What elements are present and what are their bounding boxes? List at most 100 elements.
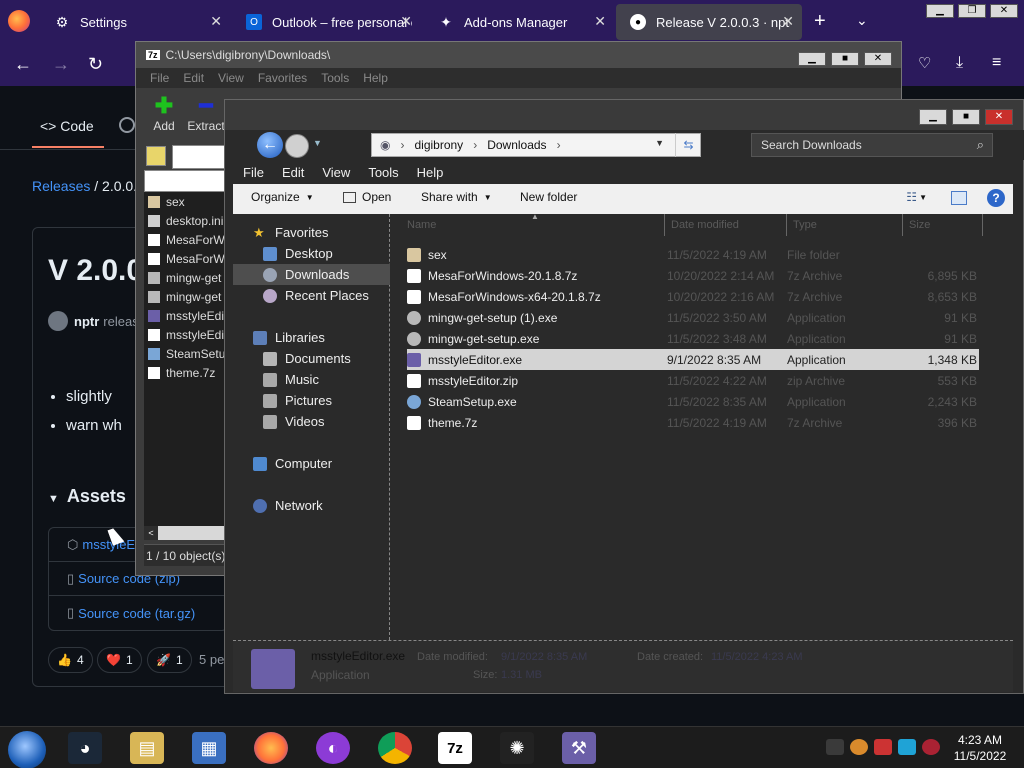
file-row[interactable]: mingw-get-setup.exe 11/5/2022 3:48 AM Appl… <box>407 328 979 349</box>
list-item[interactable]: SteamSetu <box>144 344 226 363</box>
chrome-icon[interactable] <box>378 732 412 764</box>
forward-arrow-icon[interactable]: → <box>52 54 70 75</box>
chevron-right-icon[interactable]: › <box>400 138 404 152</box>
tab-code[interactable]: <> Code <box>40 118 94 134</box>
close-icon[interactable]: ✕ <box>210 13 222 30</box>
chevron-left-icon[interactable]: < <box>144 526 158 540</box>
search-tray-icon[interactable] <box>850 739 868 755</box>
file-row[interactable]: MesaForWindows-x64-20.1.8.7z 10/20/2022 2… <box>407 286 979 307</box>
msstyle-editor-icon[interactable]: ⚒ <box>562 732 596 764</box>
address-bar[interactable]: ◉ › digibrony › Downloads › ▼ <box>371 133 701 157</box>
reload-icon[interactable]: ↻ <box>88 54 103 75</box>
menu-help[interactable]: Help <box>417 165 444 180</box>
file-row[interactable]: theme.7z 11/5/2022 4:19 AM 7z Archive 396 K… <box>407 412 979 433</box>
file-row[interactable]: MesaForWindows-20.1.8.7z 10/20/2022 2:14 … <box>407 265 979 286</box>
assets-heading[interactable]: ▼ Assets <box>48 486 126 507</box>
author-name[interactable]: nptr <box>74 314 99 329</box>
search-icon[interactable]: ⌕ <box>977 137 984 153</box>
column-date[interactable]: Date modified <box>665 214 787 236</box>
monitor-tray-icon[interactable] <box>898 739 916 755</box>
tab-release[interactable]: ● Release V 2.0.0.3 · nptr/m ✕ <box>616 4 802 40</box>
reaction-heart[interactable]: ❤️ 1 <box>97 647 142 673</box>
reaction-rocket[interactable]: 🚀 1 <box>147 647 192 673</box>
search-input[interactable]: Search Downloads ⌕ <box>751 133 993 157</box>
asset-label[interactable]: Source code (tar.gz) <box>78 606 195 621</box>
nav-pictures[interactable]: Pictures <box>233 390 390 411</box>
recent-pages-dropdown[interactable]: ▼ <box>313 138 322 148</box>
list-item[interactable]: mingw-get <box>144 268 226 287</box>
list-item[interactable]: desktop.ini <box>144 211 226 230</box>
close-button[interactable]: ✕ <box>985 109 1013 125</box>
sevenzip-icon[interactable]: 7z <box>438 732 472 764</box>
close-button[interactable]: ✕ <box>990 4 1018 18</box>
firefox-icon[interactable] <box>254 732 288 764</box>
reaction-thumbs-up[interactable]: 👍 4 <box>48 647 93 673</box>
file-row-selected[interactable]: msstyleEditor.exe 9/1/2022 8:35 AM Applica… <box>407 349 979 370</box>
column-type[interactable]: Type <box>787 214 903 236</box>
address-dropdown-icon[interactable]: ▼ <box>655 138 664 148</box>
organize-button[interactable]: Organize ▼ <box>251 190 314 204</box>
chevron-right-icon[interactable]: › <box>473 138 477 152</box>
add-button[interactable]: ✚ Add <box>144 95 184 134</box>
asset-item[interactable]: ▯ Source code (tar.gz) <box>49 596 227 630</box>
menu-view[interactable]: View <box>218 71 244 85</box>
minimize-button[interactable]: ▁ <box>926 4 954 18</box>
nav-desktop[interactable]: Desktop <box>233 243 390 264</box>
address-segment[interactable]: digibrony <box>414 138 463 152</box>
close-icon[interactable]: ✕ <box>782 13 794 30</box>
winrar-icon[interactable]: ▦ <box>192 732 226 764</box>
column-name[interactable]: Name ▲ <box>391 212 665 236</box>
file-row[interactable]: msstyleEditor.zip 11/5/2022 4:22 AM zip Ar… <box>407 370 979 391</box>
extract-button[interactable]: ━ Extract <box>186 95 226 134</box>
issues-icon[interactable] <box>119 117 135 133</box>
list-item[interactable]: theme.7z <box>144 363 226 382</box>
nav-favorites[interactable]: ★ Favorites <box>233 222 390 243</box>
menu-icon[interactable]: ≡ <box>992 54 1001 72</box>
menu-file[interactable]: File <box>243 165 264 180</box>
list-item[interactable]: MesaForW <box>144 249 226 268</box>
explorer-titlebar[interactable] <box>225 100 1023 130</box>
menu-tools[interactable]: Tools <box>368 165 398 180</box>
menu-help[interactable]: Help <box>363 71 388 85</box>
releases-link[interactable]: Releases <box>32 178 90 194</box>
list-item[interactable]: msstyleEdi <box>144 306 226 325</box>
steam-icon[interactable]: ◕ <box>68 732 102 764</box>
clock[interactable]: 4:23 AM 11/5/2022 <box>950 732 1010 764</box>
preview-pane-icon[interactable] <box>951 191 967 205</box>
sevenzip-path-field[interactable] <box>172 145 226 169</box>
file-row[interactable]: sex 11/5/2022 4:19 AM File folder <box>407 244 979 265</box>
sevenzip-titlebar[interactable]: 7z C:\Users\digibrony\Downloads\ <box>136 42 901 68</box>
menu-tools[interactable]: Tools <box>321 71 349 85</box>
tab-settings[interactable]: ⚙ Settings ✕ <box>40 0 230 44</box>
start-button[interactable] <box>8 731 46 768</box>
close-icon[interactable]: ✕ <box>400 13 412 30</box>
flag-tray-icon[interactable] <box>874 739 892 755</box>
back-arrow-icon[interactable]: ← <box>257 132 283 158</box>
new-folder-button[interactable]: New folder <box>520 190 577 204</box>
nav-downloads[interactable]: Downloads <box>233 264 390 285</box>
avatar[interactable] <box>48 311 68 331</box>
back-arrow-icon[interactable]: ← <box>14 54 32 75</box>
open-button[interactable]: Open <box>343 190 391 204</box>
pocket-icon[interactable]: ♡ <box>918 54 931 72</box>
help-icon[interactable]: ? <box>987 189 1005 207</box>
close-icon[interactable]: ✕ <box>594 13 606 30</box>
list-item[interactable]: MesaForW <box>144 230 226 249</box>
asset-label[interactable]: msstyleE <box>82 537 135 552</box>
list-item[interactable]: msstyleEdi <box>144 325 226 344</box>
refresh-icon[interactable]: ⇆ <box>675 133 701 157</box>
maximize-button[interactable]: ❐ <box>958 4 986 18</box>
up-folder-icon[interactable] <box>146 146 166 166</box>
views-icon[interactable]: ☷ <box>906 190 917 204</box>
menu-edit[interactable]: Edit <box>183 71 204 85</box>
menu-view[interactable]: View <box>322 165 350 180</box>
horizontal-scrollbar[interactable]: < <box>144 526 226 540</box>
nav-videos[interactable]: Videos <box>233 411 390 432</box>
downloads-icon[interactable]: ⤓ <box>956 54 963 72</box>
chevron-down-icon[interactable]: ▼ <box>919 193 927 202</box>
tab-outlook[interactable]: O Outlook – free personal e ✕ <box>232 0 420 44</box>
menu-file[interactable]: File <box>150 71 169 85</box>
forward-arrow-icon[interactable] <box>285 134 309 158</box>
nav-network[interactable]: Network <box>233 495 390 516</box>
list-item[interactable]: sex <box>144 192 226 211</box>
